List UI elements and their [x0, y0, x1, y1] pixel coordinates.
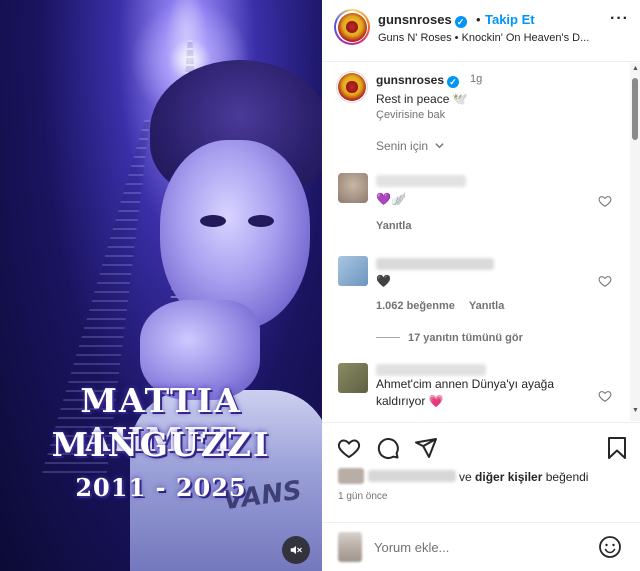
- caption-avatar[interactable]: [336, 71, 368, 103]
- heart-icon[interactable]: [598, 389, 612, 403]
- comments-scrollbar[interactable]: ▲ ▼: [630, 63, 640, 421]
- comment-sort-dropdown[interactable]: Senin için: [376, 139, 445, 153]
- add-comment-bar: [322, 522, 640, 571]
- comment-avatar[interactable]: [338, 256, 368, 286]
- heart-icon[interactable]: [598, 194, 612, 208]
- heart-icon[interactable]: [598, 274, 612, 288]
- caption-time[interactable]: 1g: [470, 73, 482, 85]
- follow-button[interactable]: Takip Et: [485, 12, 535, 27]
- memorial-name-last: MINGUZZI: [51, 425, 271, 464]
- more-options-icon[interactable]: ···: [610, 10, 629, 28]
- comment-text: 🖤: [376, 274, 391, 288]
- speaker-muted-icon: [290, 545, 302, 555]
- audio-attribution[interactable]: Guns N' Roses • Knockin' On Heaven's D..…: [378, 32, 589, 44]
- post-header: gunsnroses ✓ • Takip Et ··· Guns N' Roses…: [322, 0, 640, 62]
- emoji-icon[interactable]: [598, 535, 622, 559]
- comment-text: Ahmet'cim annen Dünya'yı ayağa kaldırıyo…: [376, 377, 555, 408]
- caption-text: Rest in peace 🕊️: [376, 92, 468, 106]
- reply-button[interactable]: Yanıtla: [376, 220, 411, 232]
- comment-like-count[interactable]: 1.062 beğenme: [376, 300, 455, 312]
- comment-username-redacted[interactable]: [376, 175, 466, 187]
- verified-badge-icon: ✓: [447, 76, 460, 88]
- comment-input[interactable]: [374, 537, 584, 557]
- caption-username[interactable]: gunsnroses ✓: [376, 73, 460, 88]
- post-actions: ve diğer kişiler beğendi 1 gün önce: [322, 422, 640, 522]
- comment-icon[interactable]: [376, 436, 400, 460]
- likes-summary: ve diğer kişiler beğendi: [459, 470, 589, 484]
- comment-username-redacted[interactable]: [376, 364, 486, 376]
- post-panel: gunsnroses ✓ • Takip Et ··· Guns N' Roses…: [322, 0, 640, 571]
- mute-button[interactable]: [282, 536, 310, 564]
- scrollbar-thumb[interactable]: [632, 78, 638, 140]
- scroll-down-arrow-icon[interactable]: ▼: [632, 407, 639, 414]
- user-avatar: [338, 532, 362, 562]
- comment-meta: Yanıtla: [376, 220, 425, 232]
- view-replies-link[interactable]: 17 yanıtın tümünü gör: [376, 332, 523, 344]
- comment-meta: 1.062 beğenme Yanıtla: [376, 300, 518, 312]
- liked-by-avatar[interactable]: [338, 468, 364, 484]
- chevron-down-icon: [435, 143, 445, 149]
- bookmark-icon[interactable]: [606, 436, 628, 460]
- share-icon[interactable]: [414, 436, 438, 460]
- post-timestamp[interactable]: 1 gün önce: [338, 491, 388, 502]
- memorial-years: 2011 - 2025: [75, 473, 247, 502]
- reply-button[interactable]: Yanıtla: [469, 300, 504, 312]
- header-username[interactable]: gunsnroses ✓: [378, 12, 467, 28]
- scroll-up-arrow-icon[interactable]: ▲: [632, 65, 639, 72]
- translate-link[interactable]: Çevirisine bak: [376, 109, 445, 121]
- gnr-logo-icon: [338, 73, 366, 101]
- comment-text: 💜🪽: [376, 192, 406, 206]
- comment-username-redacted[interactable]: [376, 258, 494, 270]
- comment-avatar[interactable]: [338, 363, 368, 393]
- liked-by-username-redacted[interactable]: [368, 470, 456, 482]
- comments-section[interactable]: gunsnroses ✓ 1g Rest in peace 🕊️ Çevirisi…: [322, 63, 640, 421]
- post-media[interactable]: VANS MATTIA AHMET MINGUZZI 2011 - 2025: [0, 0, 322, 571]
- comment-avatar[interactable]: [338, 173, 368, 203]
- profile-avatar[interactable]: [334, 9, 370, 45]
- gnr-logo-icon: [337, 12, 367, 42]
- heart-icon[interactable]: [337, 436, 361, 460]
- header-separator: •: [476, 12, 481, 27]
- others-link[interactable]: diğer kişiler: [475, 470, 542, 484]
- verified-badge-icon: ✓: [454, 16, 467, 28]
